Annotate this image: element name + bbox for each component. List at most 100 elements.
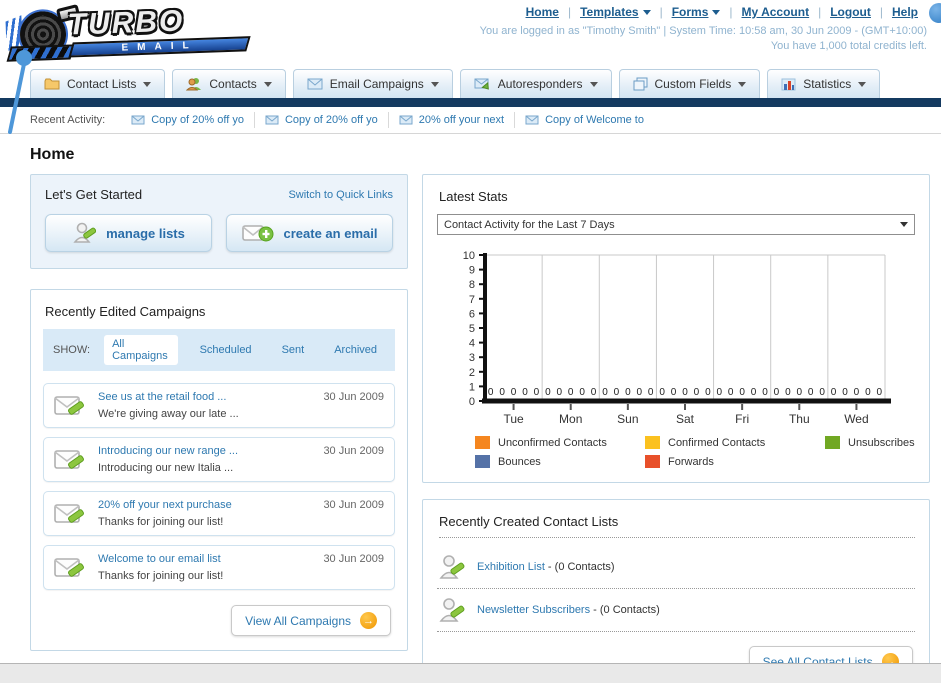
header-right: Home | Templates | Forms | My Account | … — [480, 5, 927, 54]
recent-activity-item[interactable]: Copy of Welcome to — [515, 112, 654, 128]
filter-scheduled[interactable]: Scheduled — [192, 341, 260, 359]
svg-text:0: 0 — [728, 387, 734, 398]
svg-text:5: 5 — [469, 323, 475, 335]
svg-text:3: 3 — [469, 352, 475, 364]
envelope-pencil-icon — [54, 557, 84, 577]
nav-templates-link[interactable]: Templates — [571, 5, 659, 19]
legend-swatch — [475, 455, 490, 468]
recent-activity-item[interactable]: Copy of 20% off yo — [121, 112, 255, 128]
tab-email-campaigns[interactable]: Email Campaigns — [292, 69, 453, 98]
person-pencil-icon — [439, 555, 465, 579]
campaign-row: See us at the retail food ... We're givi… — [43, 383, 395, 428]
campaign-subtitle: Introducing our new Italia ... — [98, 462, 234, 474]
svg-text:0: 0 — [694, 387, 700, 398]
campaign-title-link[interactable]: 20% off your next purchase — [98, 499, 323, 511]
svg-text:9: 9 — [469, 265, 475, 277]
nav-forms-link[interactable]: Forms — [663, 5, 730, 19]
switch-to-quick-links[interactable]: Switch to Quick Links — [288, 189, 393, 201]
left-column: Let's Get Started Switch to Quick Links — [30, 174, 408, 651]
tab-autoresponders[interactable]: Autoresponders — [459, 69, 612, 98]
envelope-icon — [525, 115, 539, 125]
app-window: TURBO EMAIL Home | Templates | Forms | M… — [0, 0, 941, 664]
autoresponder-icon — [474, 78, 489, 90]
right-column: Latest Stats Contact Activity for the La… — [422, 174, 930, 663]
legend-swatch — [645, 455, 660, 468]
nav-home-link[interactable]: Home — [517, 5, 568, 19]
chevron-down-icon — [642, 9, 651, 15]
envelope-icon — [307, 78, 323, 90]
tab-contacts[interactable]: Contacts — [172, 69, 286, 98]
stats-period-select[interactable]: Contact Activity for the Last 7 Days — [437, 214, 915, 235]
campaign-title-link[interactable]: Introducing our new range ... — [98, 445, 323, 457]
svg-text:0: 0 — [499, 387, 505, 398]
svg-text:0: 0 — [488, 387, 494, 398]
chevron-down-icon — [738, 81, 747, 87]
nav-help-link[interactable]: Help — [883, 5, 927, 19]
chevron-down-icon — [430, 81, 439, 87]
arrow-right-icon: → — [360, 612, 377, 629]
svg-text:1: 1 — [469, 381, 475, 393]
svg-text:0: 0 — [751, 387, 757, 398]
campaigns-title: Recently Edited Campaigns — [45, 304, 206, 319]
svg-text:0: 0 — [511, 387, 517, 398]
tab-contact-lists[interactable]: Contact Lists — [30, 69, 166, 98]
contact-list-count: - (0 Contacts) — [590, 604, 660, 616]
login-info-line2: You have 1,000 total credits left. — [770, 40, 927, 52]
login-info-line1: You are logged in as "Timothy Smith" | S… — [479, 25, 927, 37]
help-balloon-icon[interactable] — [929, 3, 941, 23]
campaign-date: 30 Jun 2009 — [323, 499, 384, 511]
recent-activity-item[interactable]: Copy of 20% off yo — [255, 112, 389, 128]
svg-text:0: 0 — [557, 387, 563, 398]
statistics-icon — [781, 78, 796, 90]
svg-text:0: 0 — [545, 387, 551, 398]
svg-text:0: 0 — [671, 387, 677, 398]
legend-item: Unsubscribes — [825, 436, 915, 449]
see-all-contact-lists-button[interactable]: See All Contact Lists → — [748, 646, 913, 663]
contact-list-link[interactable]: Exhibition List — [477, 561, 545, 573]
filter-archived[interactable]: Archived — [326, 341, 385, 359]
svg-text:Sat: Sat — [676, 412, 695, 426]
filter-sent[interactable]: Sent — [274, 341, 313, 359]
stats-period-value: Contact Activity for the Last 7 Days — [444, 218, 615, 231]
envelope-icon — [265, 115, 279, 125]
nav-logout-link[interactable]: Logout — [821, 5, 880, 19]
svg-text:0: 0 — [774, 387, 780, 398]
campaign-title-link[interactable]: Welcome to our email list — [98, 553, 323, 565]
svg-text:0: 0 — [831, 387, 837, 398]
contacts-icon — [186, 78, 202, 91]
recent-activity-bar: Recent Activity: Copy of 20% off yo Copy… — [0, 107, 941, 134]
recent-activity-label: Recent Activity: — [30, 114, 106, 126]
filter-all-campaigns[interactable]: All Campaigns — [104, 335, 178, 365]
svg-text:0: 0 — [762, 387, 768, 398]
legend-item: Forwards — [645, 455, 825, 468]
campaign-title-link[interactable]: See us at the retail food ... — [98, 391, 323, 403]
svg-text:2: 2 — [469, 367, 475, 379]
person-pencil-icon — [73, 222, 97, 243]
svg-text:Fri: Fri — [735, 412, 749, 426]
chevron-down-icon — [589, 81, 598, 87]
svg-text:Wed: Wed — [844, 412, 868, 426]
nav-my-account-link[interactable]: My Account — [733, 5, 819, 19]
svg-text:0: 0 — [469, 396, 475, 408]
legend-swatch — [475, 436, 490, 449]
contact-lists-title: Recently Created Contact Lists — [439, 514, 915, 538]
campaign-subtitle: Thanks for joining our list! — [98, 570, 224, 582]
folder-icon — [44, 78, 60, 90]
svg-text:0: 0 — [739, 387, 745, 398]
svg-text:0: 0 — [854, 387, 860, 398]
chart-legend: Unconfirmed Contacts Confirmed Contacts … — [475, 436, 915, 468]
contact-list-row: Exhibition List - (0 Contacts) — [437, 546, 915, 589]
svg-text:0: 0 — [602, 387, 608, 398]
recent-activity-item[interactable]: 20% off your next — [389, 112, 516, 128]
manage-lists-button[interactable]: manage lists — [45, 214, 212, 252]
svg-text:7: 7 — [469, 294, 475, 306]
tab-statistics[interactable]: Statistics — [767, 69, 881, 98]
tab-custom-fields[interactable]: Custom Fields — [618, 69, 761, 98]
chevron-down-icon — [263, 81, 272, 87]
svg-text:0: 0 — [797, 387, 803, 398]
contact-list-link[interactable]: Newsletter Subscribers — [477, 604, 590, 616]
view-all-campaigns-button[interactable]: View All Campaigns → — [231, 605, 391, 636]
create-an-email-button[interactable]: create an email — [226, 214, 393, 252]
recently-edited-campaigns-panel: Recently Edited Campaigns SHOW: All Camp… — [30, 289, 408, 651]
page-title: Home — [30, 146, 75, 163]
